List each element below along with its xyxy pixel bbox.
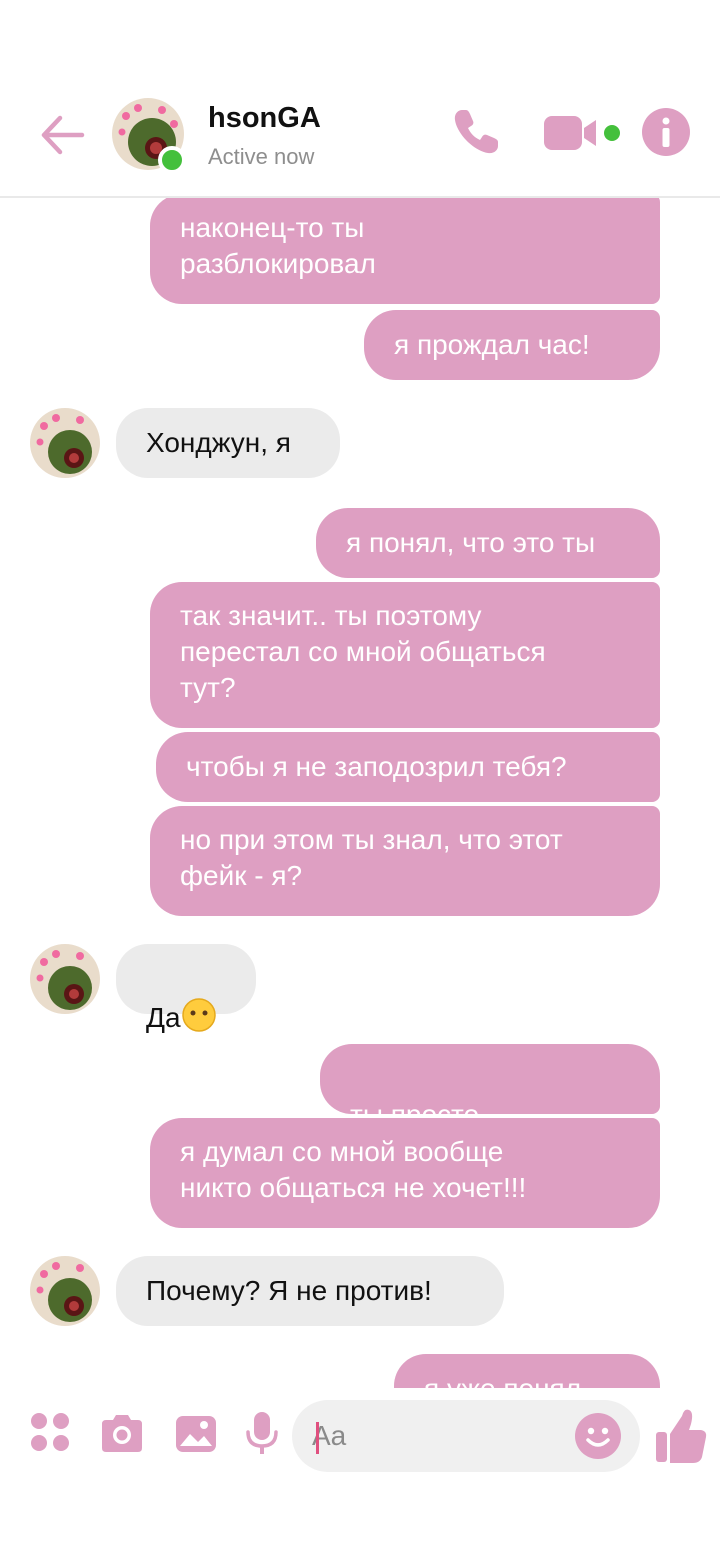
thumbs-up-icon[interactable] [654,1406,708,1466]
incoming-message[interactable]: Хонджун, я [116,408,340,478]
image-icon[interactable] [174,1414,226,1466]
info-icon[interactable] [640,106,692,158]
outgoing-message[interactable]: но при этом ты знал, что этот фейк - я? [150,806,660,916]
incoming-message[interactable]: Почему? Я не против! [116,1256,504,1326]
outgoing-message[interactable]: так значит.. ты поэтому перестал со мной… [150,582,660,728]
incoming-message[interactable]: Да [116,944,256,1033]
text-cursor [316,1422,319,1454]
outgoing-message[interactable]: ты просто [320,1044,660,1166]
outgoing-message[interactable]: я думал со мной вообще никто общаться не… [150,1118,660,1228]
outgoing-message[interactable]: наконец-то ты разблокировал [150,198,660,304]
contact-avatar-small[interactable] [30,1256,100,1326]
conversation-header: hsonGA Active now [0,0,720,198]
contact-name[interactable]: hsonGA [208,102,321,135]
outgoing-message[interactable]: я уже понял [394,1354,660,1388]
message-list[interactable]: наконец-то ты разблокировал я прождал ча… [0,198,720,1388]
contact-avatar-small[interactable] [30,944,100,1014]
outgoing-message[interactable]: я понял, что это ты [316,508,660,578]
microphone-icon[interactable] [244,1410,296,1462]
apps-icon[interactable] [28,1410,80,1462]
contact-status: Active now [208,144,315,169]
online-status-dot [158,146,186,174]
smiley-icon[interactable] [574,1412,622,1460]
video-call-icon[interactable] [542,108,626,158]
neutral-face-emoji [181,997,217,1042]
back-arrow-icon[interactable] [36,110,86,160]
message-input-field[interactable] [292,1400,640,1472]
phone-call-icon[interactable] [448,104,504,160]
camera-icon[interactable] [98,1412,150,1464]
message-input[interactable] [312,1400,562,1472]
message-text: Да [146,1001,181,1033]
outgoing-message[interactable]: я прождал час! [364,310,660,380]
outgoing-message[interactable]: чтобы я не заподозрил тебя? [156,732,660,802]
contact-avatar-small[interactable] [30,408,100,478]
